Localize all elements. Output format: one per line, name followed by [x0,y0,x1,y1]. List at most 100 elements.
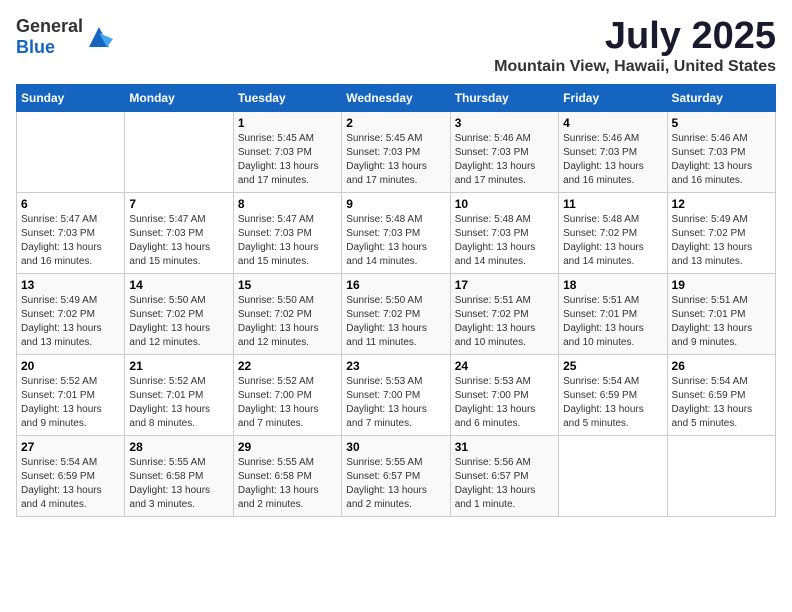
day-of-week-header: Sunday [17,84,125,111]
calendar-day-cell: 29 Sunrise: 5:55 AM Sunset: 6:58 PM Dayli… [233,435,341,516]
day-number: 7 [129,197,228,211]
calendar-day-cell: 1Sunrise: 5:45 AM Sunset: 7:03 PM Daylig… [233,111,341,192]
calendar-week-row: 20 Sunrise: 5:52 AM Sunset: 7:01 PM Dayli… [17,354,776,435]
day-info: Sunrise: 5:45 AM Sunset: 7:03 PM Dayligh… [346,132,445,188]
day-number: 31 [455,440,554,454]
calendar-day-cell [667,435,775,516]
day-info: Sunrise: 5:47 AM Sunset: 7:03 PM Dayligh… [21,213,120,269]
day-number: 21 [129,359,228,373]
day-number: 26 [672,359,771,373]
calendar-header: SundayMondayTuesdayWednesdayThursdayFrid… [17,84,776,111]
day-number: 24 [455,359,554,373]
calendar-day-cell: 12 Sunrise: 5:49 AM Sunset: 7:02 PM Dayli… [667,192,775,273]
day-info: Sunrise: 5:48 AM Sunset: 7:03 PM Dayligh… [455,213,554,269]
calendar-day-cell [17,111,125,192]
calendar-day-cell: 18Sunrise: 5:51 AM Sunset: 7:01 PM Dayli… [559,273,667,354]
day-number: 11 [563,197,662,211]
calendar-day-cell: 9 Sunrise: 5:48 AM Sunset: 7:03 PM Daylig… [342,192,450,273]
day-info: Sunrise: 5:51 AM Sunset: 7:01 PM Dayligh… [672,294,771,350]
day-info: Sunrise: 5:52 AM Sunset: 7:01 PM Dayligh… [129,375,228,431]
logo-text: General Blue [16,16,83,58]
title-block: July 2025 Mountain View, Hawaii, United … [494,16,776,76]
day-number: 30 [346,440,445,454]
day-number: 17 [455,278,554,292]
calendar-day-cell: 8 Sunrise: 5:47 AM Sunset: 7:03 PM Daylig… [233,192,341,273]
calendar-week-row: 1 Sunrise: 5:45 AM Sunset: 7:03 PM Daylig… [17,111,776,192]
calendar-day-cell: 22Sunrise: 5:52 AM Sunset: 7:00 PM Dayli… [233,354,341,435]
calendar-day-cell: 16 Sunrise: 5:50 AM Sunset: 7:02 PM Dayli… [342,273,450,354]
calendar-day-cell: 20 Sunrise: 5:52 AM Sunset: 7:01 PM Dayli… [17,354,125,435]
day-info: Sunrise: 5:48 AM Sunset: 7:03 PM Dayligh… [346,213,445,269]
calendar-table: SundayMondayTuesdayWednesdayThursdayFrid… [16,84,776,517]
day-info: Sunrise: 5:46 AM Sunset: 7:03 PM Dayligh… [563,132,662,188]
calendar-day-cell: 13 Sunrise: 5:49 AM Sunset: 7:02 PM Dayli… [17,273,125,354]
calendar-day-cell: 28Sunrise: 5:55 AM Sunset: 6:58 PM Dayli… [125,435,233,516]
day-number: 4 [563,116,662,130]
calendar-day-cell: 27Sunrise: 5:54 AM Sunset: 6:59 PM Dayli… [17,435,125,516]
calendar-day-cell: 21 Sunrise: 5:52 AM Sunset: 7:01 PM Dayli… [125,354,233,435]
day-of-week-header: Thursday [450,84,558,111]
logo-icon [85,23,113,51]
calendar-day-cell [125,111,233,192]
day-of-week-header: Tuesday [233,84,341,111]
day-number: 13 [21,278,120,292]
logo-general: General [16,16,83,36]
days-of-week-row: SundayMondayTuesdayWednesdayThursdayFrid… [17,84,776,111]
calendar-day-cell: 15Sunrise: 5:50 AM Sunset: 7:02 PM Dayli… [233,273,341,354]
day-number: 9 [346,197,445,211]
calendar-day-cell: 7 Sunrise: 5:47 AM Sunset: 7:03 PM Daylig… [125,192,233,273]
calendar-day-cell: 10 Sunrise: 5:48 AM Sunset: 7:03 PM Dayli… [450,192,558,273]
day-info: Sunrise: 5:53 AM Sunset: 7:00 PM Dayligh… [455,375,554,431]
day-info: Sunrise: 5:48 AM Sunset: 7:02 PM Dayligh… [563,213,662,269]
calendar-day-cell: 11 Sunrise: 5:48 AM Sunset: 7:02 PM Dayli… [559,192,667,273]
day-info: Sunrise: 5:49 AM Sunset: 7:02 PM Dayligh… [21,294,120,350]
calendar-week-row: 6 Sunrise: 5:47 AM Sunset: 7:03 PM Daylig… [17,192,776,273]
logo-blue: Blue [16,37,55,57]
calendar-day-cell: 14Sunrise: 5:50 AM Sunset: 7:02 PM Dayli… [125,273,233,354]
calendar-week-row: 27Sunrise: 5:54 AM Sunset: 6:59 PM Dayli… [17,435,776,516]
day-info: Sunrise: 5:56 AM Sunset: 6:57 PM Dayligh… [455,456,554,512]
month-title: July 2025 [494,16,776,58]
calendar-day-cell: 23Sunrise: 5:53 AM Sunset: 7:00 PM Dayli… [342,354,450,435]
day-info: Sunrise: 5:54 AM Sunset: 6:59 PM Dayligh… [563,375,662,431]
calendar-day-cell: 26Sunrise: 5:54 AM Sunset: 6:59 PM Dayli… [667,354,775,435]
day-number: 29 [238,440,337,454]
day-info: Sunrise: 5:50 AM Sunset: 7:02 PM Dayligh… [129,294,228,350]
day-info: Sunrise: 5:55 AM Sunset: 6:57 PM Dayligh… [346,456,445,512]
day-number: 3 [455,116,554,130]
day-number: 19 [672,278,771,292]
day-number: 27 [21,440,120,454]
calendar-day-cell: 17 Sunrise: 5:51 AM Sunset: 7:02 PM Dayli… [450,273,558,354]
calendar-day-cell: 24 Sunrise: 5:53 AM Sunset: 7:00 PM Dayli… [450,354,558,435]
day-info: Sunrise: 5:46 AM Sunset: 7:03 PM Dayligh… [455,132,554,188]
calendar-week-row: 13 Sunrise: 5:49 AM Sunset: 7:02 PM Dayli… [17,273,776,354]
day-number: 1 [238,116,337,130]
day-info: Sunrise: 5:51 AM Sunset: 7:01 PM Dayligh… [563,294,662,350]
day-number: 28 [129,440,228,454]
day-info: Sunrise: 5:52 AM Sunset: 7:01 PM Dayligh… [21,375,120,431]
day-number: 20 [21,359,120,373]
day-info: Sunrise: 5:53 AM Sunset: 7:00 PM Dayligh… [346,375,445,431]
calendar-day-cell: 6 Sunrise: 5:47 AM Sunset: 7:03 PM Daylig… [17,192,125,273]
calendar-day-cell: 2Sunrise: 5:45 AM Sunset: 7:03 PM Daylig… [342,111,450,192]
day-number: 6 [21,197,120,211]
day-info: Sunrise: 5:47 AM Sunset: 7:03 PM Dayligh… [129,213,228,269]
calendar-day-cell: 3 Sunrise: 5:46 AM Sunset: 7:03 PM Daylig… [450,111,558,192]
day-of-week-header: Wednesday [342,84,450,111]
day-info: Sunrise: 5:55 AM Sunset: 6:58 PM Dayligh… [238,456,337,512]
day-number: 16 [346,278,445,292]
calendar-day-cell: 30 Sunrise: 5:55 AM Sunset: 6:57 PM Dayli… [342,435,450,516]
day-number: 12 [672,197,771,211]
day-info: Sunrise: 5:50 AM Sunset: 7:02 PM Dayligh… [346,294,445,350]
day-number: 8 [238,197,337,211]
calendar-body: 1 Sunrise: 5:45 AM Sunset: 7:03 PM Daylig… [17,111,776,516]
day-info: Sunrise: 5:49 AM Sunset: 7:02 PM Dayligh… [672,213,771,269]
day-number: 10 [455,197,554,211]
day-of-week-header: Monday [125,84,233,111]
calendar-day-cell [559,435,667,516]
calendar-day-cell: 25Sunrise: 5:54 AM Sunset: 6:59 PM Dayli… [559,354,667,435]
page-header: General Blue July 2025 Mountain View, Ha… [16,16,776,76]
day-of-week-header: Friday [559,84,667,111]
day-info: Sunrise: 5:47 AM Sunset: 7:03 PM Dayligh… [238,213,337,269]
day-info: Sunrise: 5:51 AM Sunset: 7:02 PM Dayligh… [455,294,554,350]
